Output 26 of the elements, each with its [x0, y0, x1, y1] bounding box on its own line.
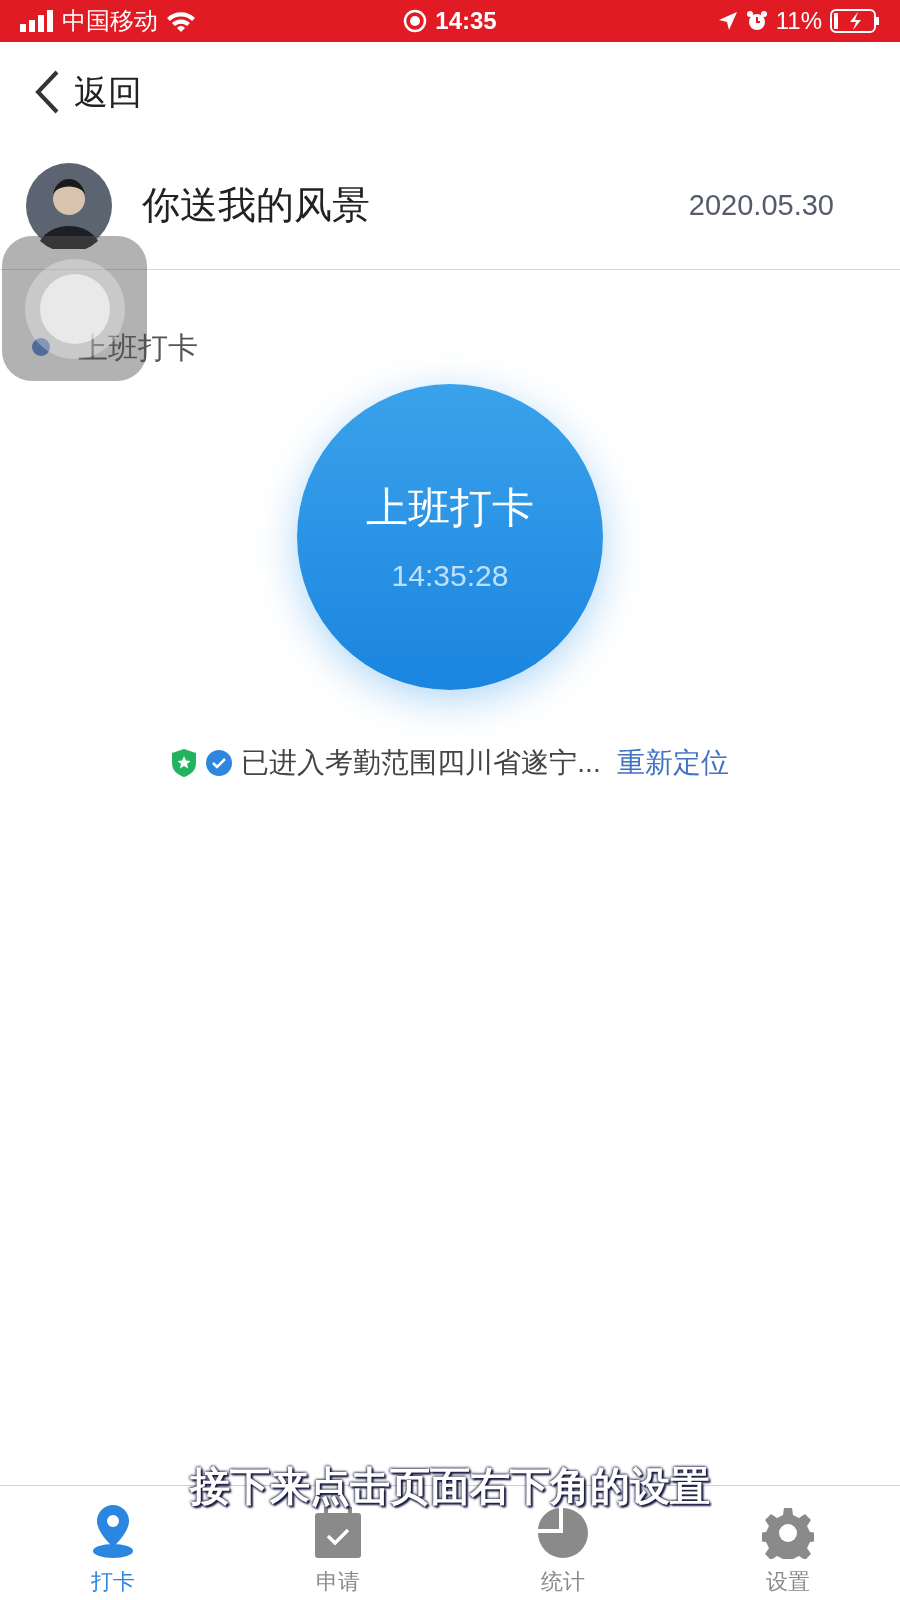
signal-icon — [20, 10, 54, 32]
carrier-name: 中国移动 — [62, 6, 158, 36]
tab-item[interactable]: 打卡 — [90, 1503, 135, 1600]
punch-in-button[interactable]: 上班打卡 14:35:28 — [297, 384, 603, 690]
back-chevron-icon — [34, 70, 60, 114]
back-button[interactable]: 返回 — [34, 66, 142, 118]
tab-item[interactable]: 设置 — [761, 1507, 814, 1600]
pie-chart-icon — [536, 1507, 589, 1559]
date-label: 2020.05.30 — [688, 187, 834, 223]
battery-percent: 11% — [775, 6, 822, 36]
location-status: 已进入考勤范围四川省遂宁... — [241, 746, 601, 780]
video-subtitle: 接下来点击页面右下角的设置 — [190, 1463, 710, 1512]
shield-star-icon — [171, 748, 198, 778]
wifi-icon — [166, 10, 196, 32]
map-pin-icon — [90, 1503, 135, 1559]
relocate-link[interactable]: 重新定位 — [616, 742, 729, 784]
record-icon — [403, 9, 428, 33]
section-label: 上班打卡 — [78, 329, 198, 366]
battery-icon — [830, 9, 880, 33]
gear-icon — [761, 1507, 814, 1559]
alarm-icon — [745, 10, 768, 32]
check-circle-icon — [205, 749, 234, 777]
clock-time: 14:35 — [435, 6, 497, 36]
punch-time: 14:35:28 — [391, 558, 509, 594]
location-arrow-icon — [717, 11, 738, 31]
user-name: 你送我的风景 — [142, 183, 371, 228]
